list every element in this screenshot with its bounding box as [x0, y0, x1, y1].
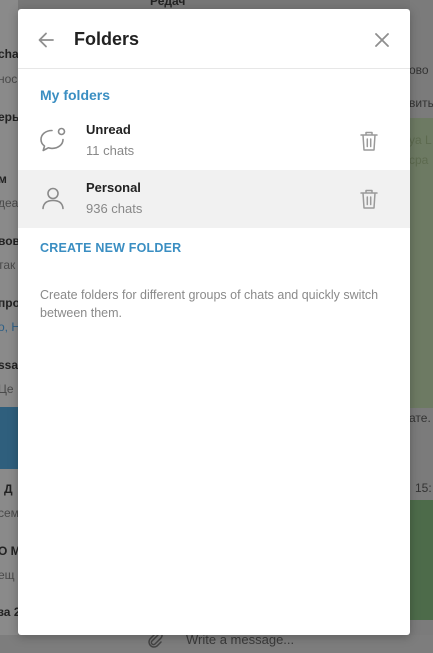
chat-list-item: сем — [0, 506, 18, 520]
arrow-left-icon — [38, 32, 54, 48]
folder-name: Unread — [86, 122, 131, 137]
folder-chat-count: 11 chats — [86, 143, 135, 158]
chat-bubble-icon — [40, 127, 66, 152]
folder-chat-count: 936 chats — [86, 201, 143, 216]
chat-list-item: ssa — [0, 358, 18, 372]
chat-list-item: Д — [4, 482, 13, 496]
chat-list-item: так — [0, 258, 16, 272]
folders-hint-text: Create folders for different groups of c… — [40, 288, 379, 320]
chat-list-item: вов — [0, 234, 18, 248]
close-icon — [375, 33, 389, 47]
chat-list-snippets: cha нос ерь м деа вов так пров о, Н ssa … — [0, 0, 18, 653]
person-icon — [42, 187, 64, 210]
folder-item-personal[interactable]: Personal 936 chats — [18, 170, 410, 228]
chat-view-snippets: ово вить ya L сра ате. 15: — [410, 0, 433, 653]
folders-dialog: Folders My folders Unread 11 chats Perso… — [18, 9, 410, 635]
chat-list-item: ерь — [0, 110, 18, 124]
chat-list-item: за 2 — [0, 605, 18, 619]
message-text: вить — [410, 96, 433, 110]
chat-list-item: пров — [0, 296, 18, 310]
delete-folder-button[interactable] — [356, 128, 382, 154]
trash-icon — [360, 189, 378, 209]
folder-item-unread[interactable]: Unread 11 chats — [18, 112, 410, 170]
chat-list-item: нос — [0, 72, 18, 86]
chat-list-item: О М — [0, 544, 18, 558]
folder-name: Personal — [86, 180, 141, 195]
chat-list-item: м — [0, 172, 7, 186]
section-title: My folders — [40, 87, 111, 103]
chat-list-item: деа — [0, 196, 18, 210]
message-text: ате. — [410, 411, 431, 425]
chat-list-item: cha — [0, 47, 18, 61]
create-new-folder-button[interactable]: CREATE NEW FOLDER — [40, 241, 181, 255]
message-text: ya L — [410, 133, 432, 147]
delete-folder-button[interactable] — [356, 186, 382, 212]
chat-list-item: о, Н — [0, 320, 18, 334]
dialog-header: Folders — [18, 9, 410, 69]
back-button[interactable] — [32, 26, 60, 54]
dialog-title: Folders — [74, 29, 140, 49]
message-time: 15: — [415, 481, 432, 495]
message-text: ово — [410, 63, 429, 77]
message-text: сра — [410, 153, 429, 167]
chat-header-title: Редач — [150, 0, 186, 8]
chat-list-item: ещ — [0, 568, 15, 582]
chat-list-item: Це — [0, 382, 14, 396]
trash-icon — [360, 131, 378, 151]
close-button[interactable] — [368, 26, 396, 54]
